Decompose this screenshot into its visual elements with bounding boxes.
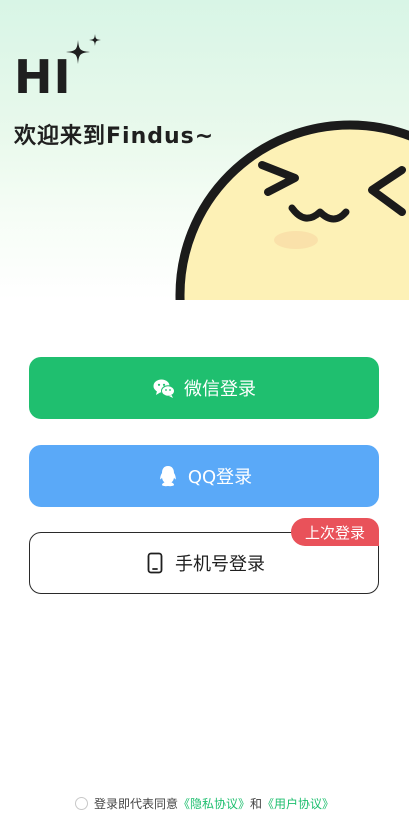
agreement-checkbox[interactable] xyxy=(74,796,88,810)
agreement-row: 登录即代表同意 《隐私协议》 和 《用户协议》 xyxy=(0,792,409,814)
hi-heading: HI xyxy=(14,50,72,104)
qq-penguin-icon xyxy=(156,464,180,488)
agreement-conjunction: 和 xyxy=(250,796,263,811)
welcome-text: 欢迎来到Findus~ xyxy=(14,124,215,149)
wechat-icon xyxy=(152,376,176,400)
hero-banner: HI 欢迎来到Findus~ xyxy=(0,0,409,300)
mascot-face-illustration xyxy=(175,120,409,300)
sparkle-icon xyxy=(66,34,101,64)
qq-login-button[interactable]: QQ登录 xyxy=(29,445,379,507)
qq-login-label: QQ登录 xyxy=(187,467,253,488)
wechat-login-label: 微信登录 xyxy=(184,379,256,400)
user-agreement-link[interactable]: 《用户协议》 xyxy=(262,795,334,812)
agreement-prefix: 登录即代表同意 xyxy=(93,796,178,811)
privacy-policy-link[interactable]: 《隐私协议》 xyxy=(178,795,250,812)
phone-icon xyxy=(143,551,167,575)
last-login-badge: 上次登录 xyxy=(291,518,379,546)
phone-login-label: 手机号登录 xyxy=(175,554,265,575)
wechat-login-button[interactable]: 微信登录 xyxy=(29,357,379,419)
